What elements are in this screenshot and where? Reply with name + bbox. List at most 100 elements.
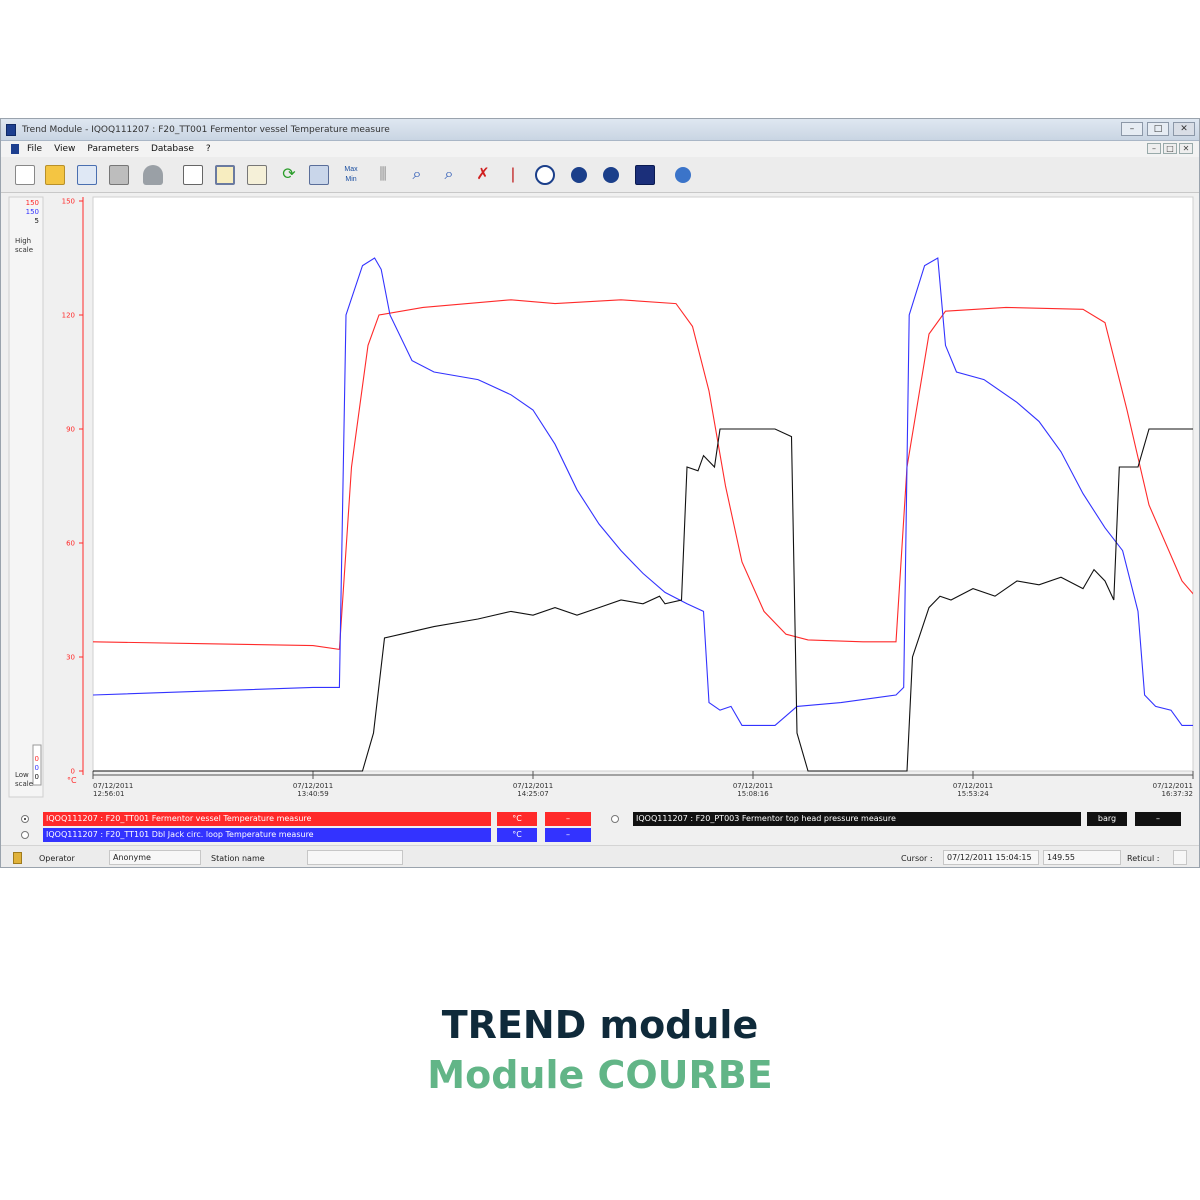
high-scale-label: High (15, 237, 31, 245)
menu-bar: File View Parameters Database ? – □ ✕ (1, 141, 1199, 157)
x-tick-date-5: 07/12/2011 (953, 782, 993, 790)
clock-icon[interactable] (533, 163, 557, 187)
caption-title: TREND module (441, 1003, 759, 1047)
y-tick-label-30: 30 (66, 654, 75, 662)
x-tick-time-6: 16:37:32 (1162, 790, 1193, 798)
x-tick-time-1: 12:56:01 (93, 790, 124, 798)
menu-parameters[interactable]: Parameters (87, 144, 139, 154)
low-scale-value-1: 0 (35, 755, 39, 763)
mdi-minimize-button[interactable]: – (1147, 143, 1161, 154)
toolbar: ⟳ Max Min ⫼ ⌕ ⌕ ✗ | (1, 157, 1199, 193)
mdi-restore-button[interactable]: □ (1163, 143, 1177, 154)
series-2-unit: °C (497, 828, 537, 842)
reticule-label: Reticul : (1127, 854, 1160, 863)
series-2-radio[interactable] (21, 831, 29, 839)
x-tick-time-5: 15:53:24 (957, 790, 989, 798)
report-icon[interactable] (181, 163, 205, 187)
cursor-line-icon[interactable]: | (501, 163, 525, 187)
series-2-legend[interactable]: IQOQ111207 : F20_TT101 Dbl Jack circ. lo… (43, 828, 491, 842)
high-scale-value-1: 150 (26, 199, 39, 207)
caption-subtitle: Module COURBE (427, 1053, 773, 1097)
low-scale-value-3: 0 (35, 773, 39, 781)
high-scale-value-2: 150 (26, 208, 39, 216)
grid-icon[interactable]: ⫼ (371, 163, 395, 187)
y-tick-label-60: 60 (66, 540, 75, 548)
cursor-time: 07/12/2011 15:04:15 (943, 850, 1039, 865)
lock-icon[interactable] (13, 852, 22, 864)
cursor-value: 149.55 (1043, 850, 1121, 865)
low-scale-label-2: scale (15, 780, 33, 788)
chart-icon[interactable] (245, 163, 269, 187)
series-3-radio[interactable] (611, 815, 619, 823)
trend-chart[interactable]: 1501505Highscale000Lowscale1501209060300… (1, 193, 1200, 805)
legend-area: IQOQ111207 : F20_TT001 Fermentor vessel … (1, 805, 1199, 845)
x-tick-date-3: 07/12/2011 (513, 782, 553, 790)
x-tick-time-4: 15:08:16 (737, 790, 769, 798)
series-3-unit: barg (1087, 812, 1127, 826)
x-tick-date-2: 07/12/2011 (293, 782, 333, 790)
menu-database[interactable]: Database (151, 144, 194, 154)
zoom-reset-icon[interactable]: ✗ (471, 163, 495, 187)
series-2-extra: – (545, 828, 591, 842)
new-file-icon[interactable] (13, 163, 37, 187)
window-icon[interactable] (213, 163, 237, 187)
trend-module-window: Trend Module - IQOQ111207 : F20_TT001 Fe… (0, 118, 1200, 868)
maximize-button[interactable]: □ (1147, 122, 1169, 136)
edit-icon[interactable] (75, 163, 99, 187)
caption: TREND module Module COURBE (0, 1000, 1200, 1100)
high-scale-label-2: scale (15, 246, 33, 254)
x-tick-date-1: 07/12/2011 (93, 782, 133, 790)
station-value (307, 850, 403, 865)
operator-label: Operator (39, 854, 75, 863)
min-label: Min (345, 176, 357, 183)
database-icon[interactable] (307, 163, 331, 187)
help-icon[interactable] (671, 163, 695, 187)
max-label: Max (344, 166, 358, 173)
print-icon[interactable] (107, 163, 131, 187)
station-label: Station name (211, 854, 265, 863)
y-tick-label-0: 0 (71, 768, 75, 776)
document-icon (11, 144, 19, 154)
close-button[interactable]: ✕ (1173, 122, 1195, 136)
zoom-out-icon[interactable]: ⌕ (437, 163, 461, 187)
scale-panel (8, 196, 44, 798)
x-tick-date-6: 07/12/2011 (1153, 782, 1193, 790)
mdi-close-button[interactable]: ✕ (1179, 143, 1193, 154)
max-min-icon[interactable]: Max Min (339, 163, 363, 187)
status-bar: Operator Anonyme Station name Cursor : 0… (1, 845, 1199, 867)
menu-file[interactable]: File (27, 144, 42, 154)
menu-view[interactable]: View (54, 144, 75, 154)
operator-value: Anonyme (109, 850, 201, 865)
export-icon[interactable] (141, 163, 165, 187)
next-icon[interactable] (599, 163, 623, 187)
low-scale-label: Low (15, 771, 29, 779)
high-scale-value-3: 5 (35, 217, 39, 225)
series-1-radio[interactable] (21, 815, 29, 823)
window-title: Trend Module - IQOQ111207 : F20_TT001 Fe… (22, 124, 390, 135)
low-scale-value-2: 0 (35, 764, 39, 772)
series-1-extra: – (545, 812, 591, 826)
title-bar: Trend Module - IQOQ111207 : F20_TT001 Fe… (1, 119, 1199, 141)
series-3-legend[interactable]: IQOQ111207 : F20_PT003 Fermentor top hea… (633, 812, 1081, 826)
series-1-legend[interactable]: IQOQ111207 : F20_TT001 Fermentor vessel … (43, 812, 491, 826)
y-tick-label-90: 90 (66, 426, 75, 434)
y-axis-unit: °C (67, 776, 77, 785)
app-icon (6, 123, 16, 136)
previous-icon[interactable] (567, 163, 591, 187)
open-folder-icon[interactable] (43, 163, 67, 187)
x-tick-time-2: 13:40:59 (297, 790, 328, 798)
reticule-value[interactable] (1173, 850, 1187, 865)
trend-chart-area[interactable]: 150 150 5 High scale 0 0 0 Low scale 150 120 90 60 30 0… (1, 193, 1200, 805)
x-tick-time-3: 14:25:07 (517, 790, 548, 798)
series-1-unit: °C (497, 812, 537, 826)
menu-help[interactable]: ? (206, 144, 211, 154)
series-3-extra: – (1135, 812, 1181, 826)
plot-background[interactable] (92, 196, 1194, 772)
copy-windows-icon[interactable] (633, 163, 657, 187)
zoom-in-icon[interactable]: ⌕ (405, 163, 429, 187)
refresh-icon[interactable]: ⟳ (277, 163, 301, 187)
minimize-button[interactable]: – (1121, 122, 1143, 136)
y-tick-label-150: 150 (62, 198, 75, 206)
x-tick-date-4: 07/12/2011 (733, 782, 773, 790)
y-tick-label-120: 120 (62, 312, 75, 320)
